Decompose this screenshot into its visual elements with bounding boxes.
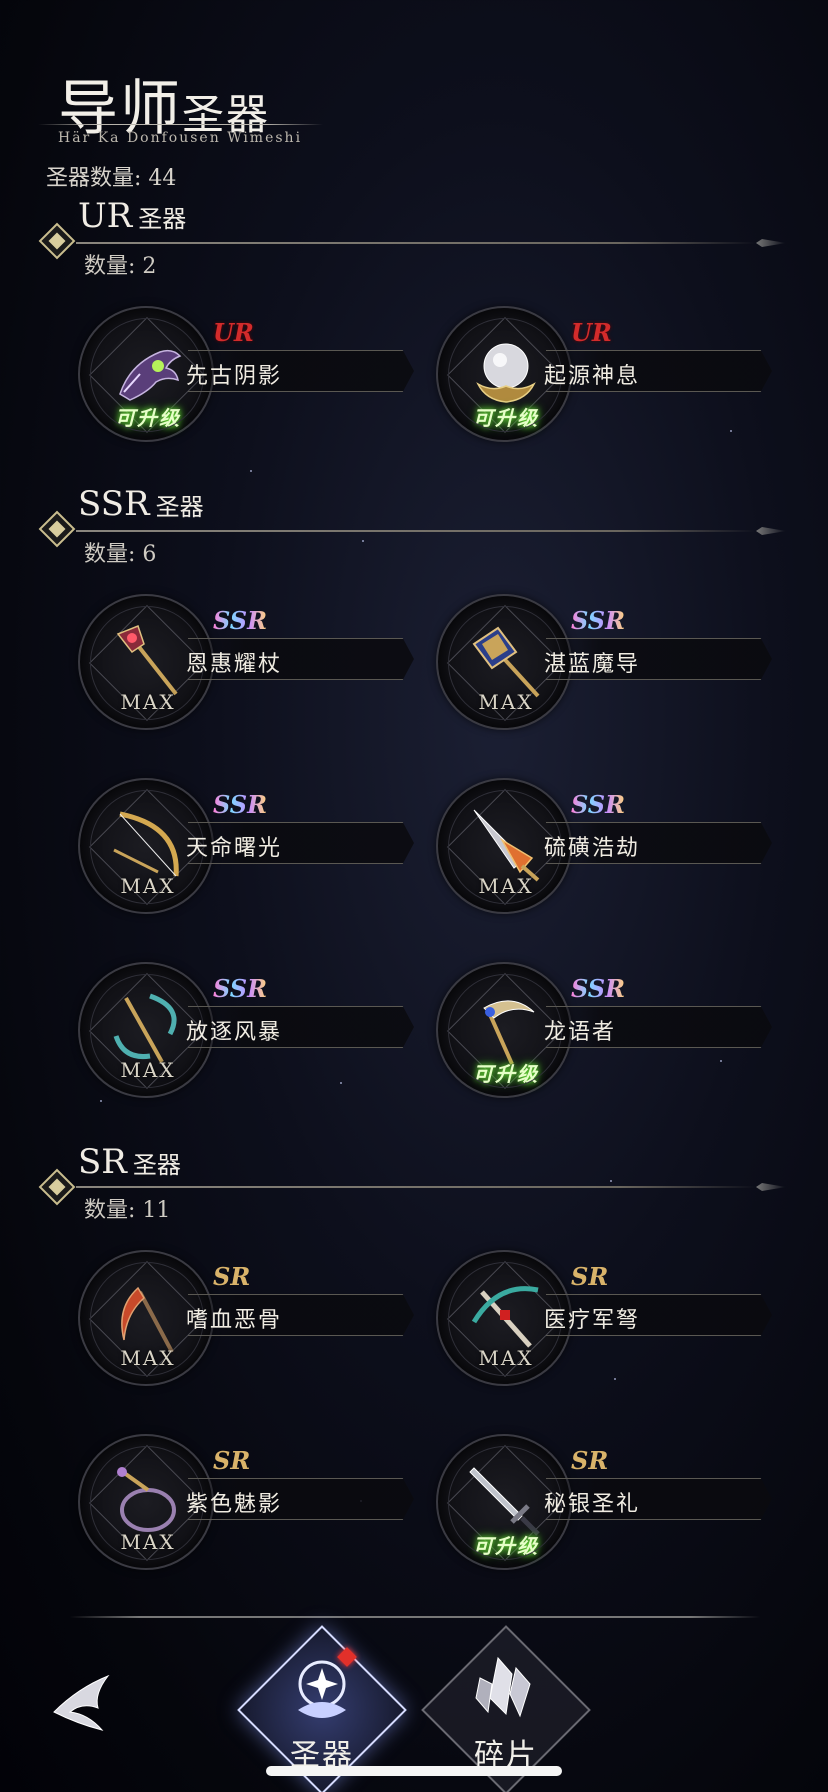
max-status: MAX: [120, 1530, 176, 1554]
upgrade-status: 可升级: [473, 406, 539, 430]
artifact-name: 起源神息: [544, 364, 641, 389]
claw-weapon-icon: [119, 349, 182, 401]
rarity-badge: UR: [571, 318, 612, 347]
rarity-badge: SSR: [213, 974, 268, 1003]
rarity-badge: SR: [213, 1446, 251, 1475]
staff-weapon-icon: [116, 625, 178, 696]
artifact-name: 紫色魅影: [186, 1492, 283, 1517]
section-title: SR 圣器: [78, 1142, 181, 1182]
total-count: 圣器数量: 44: [46, 166, 177, 191]
max-status: MAX: [478, 1346, 534, 1370]
artifact-name: 硫磺浩劫: [544, 836, 641, 861]
artifact-name: 秘银圣礼: [544, 1492, 641, 1517]
artifact-name: 天命曙光: [186, 836, 283, 861]
artifact-name: 湛蓝魔导: [544, 652, 641, 677]
section-title: UR 圣器: [78, 196, 187, 236]
lance-weapon-icon: [473, 809, 540, 882]
artifact-card-zise-meiying[interactable]: MAX SR 紫色魅影: [78, 1434, 418, 1574]
artifact-name: 恩惠耀杖: [186, 652, 283, 677]
artifact-card-shixue-egu[interactable]: MAX SR 嗜血恶骨: [78, 1250, 418, 1390]
max-status: MAX: [478, 874, 534, 898]
artifact-name: 放逐风暴: [186, 1020, 283, 1045]
rarity-badge: SSR: [571, 606, 626, 635]
title-divider: [38, 124, 323, 125]
medic-crossbow-icon: [471, 1286, 539, 1348]
rarity-badge: SSR: [213, 790, 268, 819]
section-count: 数量: 6: [84, 542, 157, 567]
artifact-card-xiangu-yinying[interactable]: 可升级 UR 先古阴影: [78, 306, 418, 446]
max-status: MAX: [120, 1058, 176, 1082]
max-status: MAX: [120, 690, 176, 714]
artifact-card-longyuzhe[interactable]: 可升级 SSR 龙语者: [436, 962, 776, 1102]
upgrade-status: 可升级: [115, 406, 181, 430]
max-status: MAX: [478, 690, 534, 714]
rarity-badge: SSR: [571, 974, 626, 1003]
artifact-card-liuhuang-haojie[interactable]: MAX SSR 硫磺浩劫: [436, 778, 776, 918]
artifact-name: 医疗军弩: [544, 1308, 641, 1333]
bone-scythe-icon: [121, 1286, 174, 1353]
section-count: 数量: 2: [84, 254, 157, 279]
artifact-card-enhui-yaozhang[interactable]: MAX SSR 恩惠耀杖: [78, 594, 418, 734]
rarity-badge: SR: [571, 1446, 609, 1475]
artifact-card-tianming-shuguang[interactable]: MAX SSR 天命曙光: [78, 778, 418, 918]
scythe-weapon-icon: [483, 1000, 535, 1065]
crossbow-weapon-icon: [113, 993, 177, 1063]
artifact-card-fangzhu-fengbao[interactable]: MAX SSR 放逐风暴: [78, 962, 418, 1102]
page-subtitle: Här Ka Donfousen Wimeshi: [58, 130, 303, 146]
max-status: MAX: [120, 874, 176, 898]
artifact-card-zhanlan-modao[interactable]: MAX SSR 湛蓝魔导: [436, 594, 776, 734]
section-title: SSR 圣器: [78, 484, 204, 524]
nav-divider: [70, 1616, 760, 1618]
back-button[interactable]: [48, 1668, 118, 1748]
rarity-badge: SR: [571, 1262, 609, 1291]
section-divider: [76, 1186, 756, 1188]
shard-crystal-icon: [475, 1656, 531, 1718]
home-indicator[interactable]: [266, 1766, 562, 1776]
section-diamond-icon: [38, 1168, 76, 1206]
rarity-badge: UR: [213, 318, 254, 347]
section-divider: [76, 242, 756, 244]
section-divider: [76, 530, 756, 532]
section-diamond-icon: [38, 510, 76, 548]
crystal-orb-icon: [476, 343, 536, 403]
sword-weapon-icon: [469, 1467, 540, 1536]
artifact-emblem-icon: [298, 1660, 346, 1718]
upgrade-status: 可升级: [473, 1062, 539, 1086]
artifact-name: 嗜血恶骨: [186, 1308, 283, 1333]
rarity-badge: SR: [213, 1262, 251, 1291]
rarity-badge: SSR: [213, 606, 268, 635]
artifact-card-qiyuan-shenxi[interactable]: 可升级 UR 起源神息: [436, 306, 776, 446]
artifact-name: 龙语者: [544, 1020, 617, 1045]
rarity-badge: SSR: [571, 790, 626, 819]
max-status: MAX: [120, 1346, 176, 1370]
artifact-name: 先古阴影: [186, 364, 283, 389]
artifact-card-yiliao-junnu[interactable]: MAX SR 医疗军弩: [436, 1250, 776, 1390]
artifact-card-miyin-shengli[interactable]: 可升级 SR 秘银圣礼: [436, 1434, 776, 1574]
upgrade-status: 可升级: [473, 1534, 539, 1558]
winged-back-icon: [53, 1674, 110, 1731]
ring-whip-icon: [117, 1467, 176, 1532]
section-count: 数量: 11: [84, 1198, 171, 1223]
hammer-weapon-icon: [472, 626, 540, 698]
section-diamond-icon: [38, 222, 76, 260]
bow-weapon-icon: [113, 811, 179, 877]
